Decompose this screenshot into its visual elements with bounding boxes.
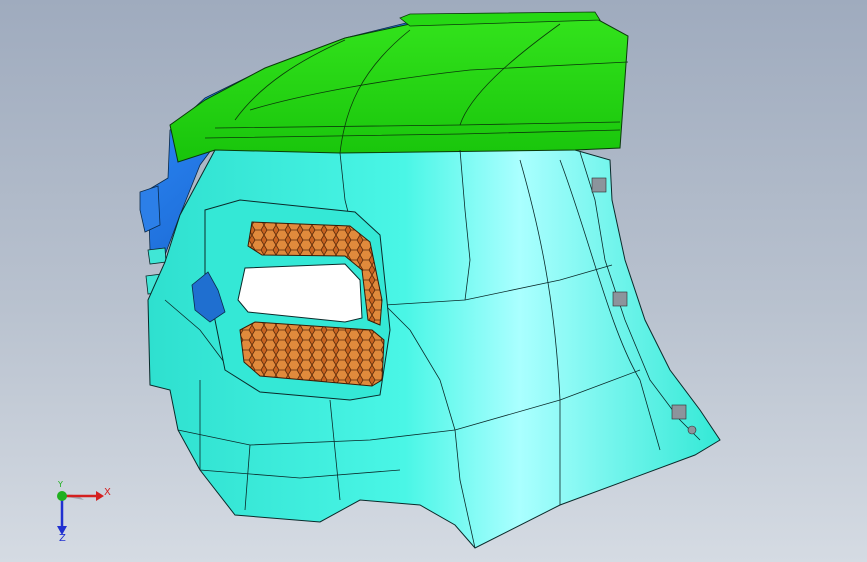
- blue-trim-bracket[interactable]: [139, 185, 161, 233]
- grille-lower[interactable]: [239, 321, 385, 387]
- y-axis-label: Y: [58, 480, 63, 489]
- cad-viewport[interactable]: X Y Z: [0, 0, 867, 562]
- mount-clip-upper[interactable]: [147, 247, 167, 265]
- flange-hole[interactable]: [687, 425, 697, 435]
- x-axis-label: X: [104, 487, 111, 498]
- bumper-3d-model[interactable]: [0, 0, 867, 562]
- flange-slot[interactable]: [671, 404, 687, 420]
- z-axis-label: Z: [59, 533, 66, 544]
- flange-slot[interactable]: [591, 177, 607, 193]
- axis-triad[interactable]: X Y Z: [40, 478, 120, 548]
- fog-lamp-opening[interactable]: [237, 263, 363, 323]
- y-axis-dot: [57, 491, 67, 501]
- flange-slot[interactable]: [612, 291, 628, 307]
